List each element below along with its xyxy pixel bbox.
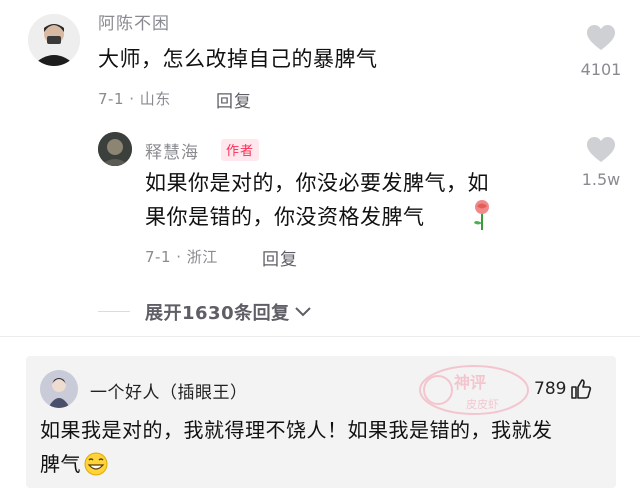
comment-like-button[interactable] [586, 24, 616, 56]
commenter-avatar[interactable] [28, 14, 80, 66]
comment-reply-button[interactable]: 回复 [216, 87, 252, 112]
watermark-stamp: 神评 皮皮虾 [418, 364, 530, 416]
author-username[interactable]: 释慧海 [145, 138, 199, 163]
author-avatar[interactable] [98, 132, 132, 166]
reply-date-location: 7-1 · 浙江 [145, 248, 218, 266]
reply-like-button[interactable] [586, 136, 616, 168]
featured-commenter-avatar[interactable] [40, 370, 78, 408]
featured-like-count: 789 [534, 379, 567, 399]
featured-like-button[interactable]: 789 [534, 378, 592, 400]
reply-like-count: 1.5w [581, 170, 621, 189]
comment-text: 大师，怎么改掉自己的暴脾气 [98, 47, 378, 71]
reply-reply-button[interactable]: 回复 [262, 245, 298, 270]
expand-divider [98, 311, 130, 312]
featured-comment-line-2: 脾气 [40, 452, 81, 476]
comment-like-count: 4101 [580, 60, 622, 79]
watermark-line-2: 皮皮虾 [466, 398, 499, 411]
expand-replies-button[interactable]: 展开1630条回复 [145, 299, 312, 325]
reply-text-line-1: 如果你是对的，你没必要发脾气，如 [145, 171, 489, 195]
commenter-username[interactable]: 阿陈不困 [98, 9, 170, 34]
comment-date-location: 7-1 · 山东 [98, 90, 171, 108]
reply-text-line-2: 果你是错的，你没资格发脾气 [145, 205, 425, 229]
heart-icon [587, 137, 615, 162]
grin-emoji-icon [84, 452, 108, 476]
section-divider [0, 336, 640, 337]
expand-replies-label: 展开1630条回复 [145, 303, 290, 324]
watermark-line-1: 神评 [454, 373, 486, 392]
heart-icon [587, 25, 615, 50]
rose-icon [471, 199, 493, 235]
author-badge: 作者 [221, 139, 260, 161]
chevron-down-icon [294, 307, 311, 317]
featured-comment-line-1: 如果我是对的，我就得理不饶人！如果我是错的，我就发 [40, 418, 553, 442]
featured-comment-line-2-wrap: 脾气 [40, 447, 109, 481]
featured-commenter-username[interactable]: 一个好人（插眼王） [90, 378, 248, 403]
thumbs-up-icon [571, 379, 592, 399]
